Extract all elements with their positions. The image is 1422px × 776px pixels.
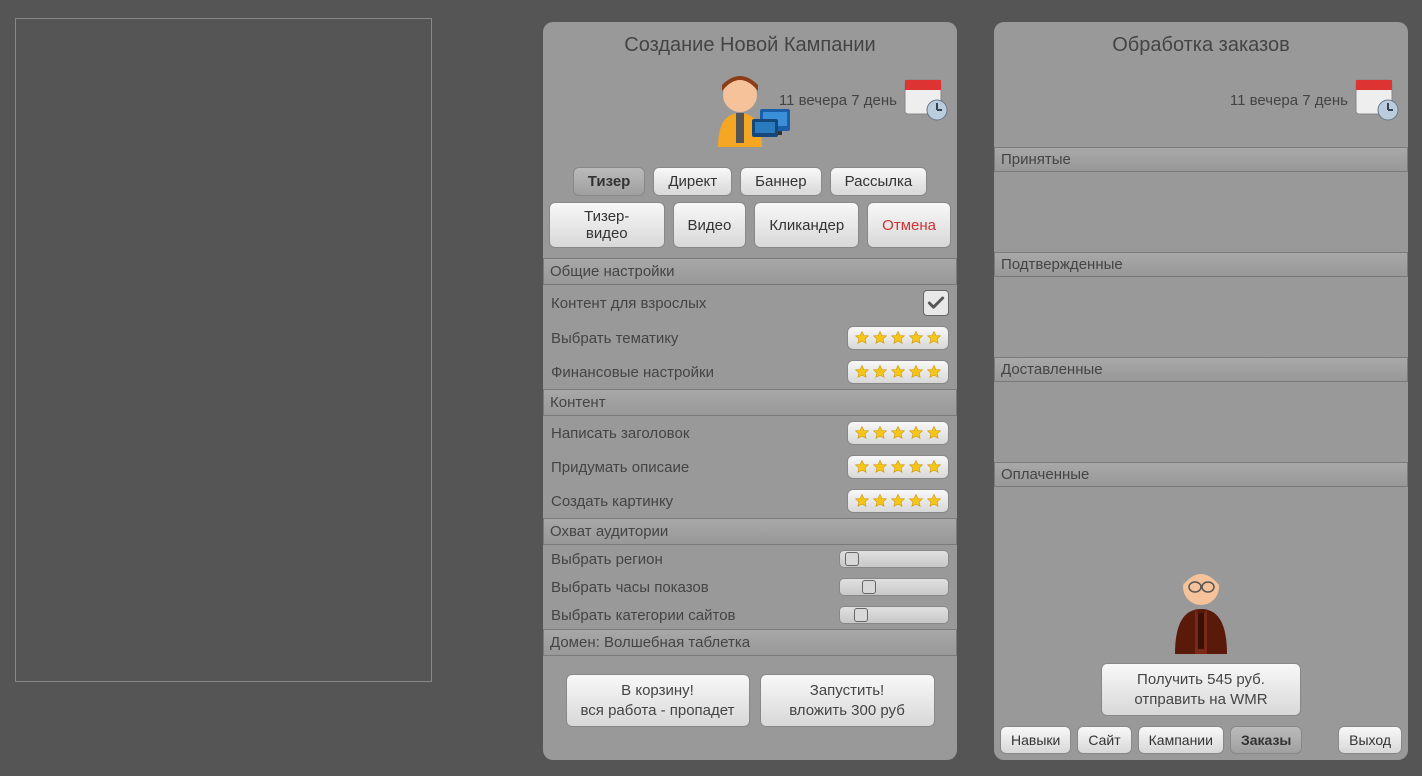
stars-rating[interactable] [847, 421, 949, 445]
empty-frame [15, 18, 432, 682]
order-section-header: Оплаченные [994, 462, 1408, 487]
payout-button[interactable]: Получить 545 руб. отправить на WMR [1101, 663, 1301, 716]
slider[interactable] [839, 550, 949, 568]
setting-label: Написать заголовок [551, 425, 689, 442]
tab-Отмена[interactable]: Отмена [867, 202, 951, 248]
order-section-header: Принятые [994, 147, 1408, 172]
orders-panel: Обработка заказов 11 вечера 7 день Приня… [994, 22, 1408, 760]
manager-avatar-icon [700, 69, 800, 159]
order-section-body [994, 382, 1408, 462]
setting-label: Контент для взрослых [551, 295, 706, 312]
order-section-body [994, 277, 1408, 357]
setting-label: Выбрать часы показов [551, 579, 709, 596]
setting-label: Финансовые настройки [551, 364, 714, 381]
tab-Директ[interactable]: Директ [653, 167, 732, 196]
setting-row: Выбрать тематику [549, 321, 951, 355]
accountant-avatar-icon [1159, 559, 1244, 659]
nav-Кампании[interactable]: Кампании [1138, 726, 1224, 754]
setting-label: Придумать описаие [551, 459, 689, 476]
setting-label: Выбрать тематику [551, 330, 678, 347]
order-section-header: Подтвержденные [994, 252, 1408, 277]
setting-row: Выбрать категории сайтов [549, 601, 951, 629]
calendar-clock-icon [901, 74, 949, 122]
section-header: Общие настройки [543, 258, 957, 285]
setting-row: Выбрать регион [549, 545, 951, 573]
tab-Тизер-видео[interactable]: Тизер-видео [549, 202, 665, 248]
campaign-type-tabs: ТизерДирект Баннер Рассылка Тизер-видеоВид… [549, 167, 951, 248]
setting-row: Создать картинку [549, 484, 951, 518]
calendar-clock-icon [1352, 74, 1400, 122]
order-section: Подтвержденные [994, 252, 1408, 357]
setting-label: Выбрать регион [551, 551, 663, 568]
stars-rating[interactable] [847, 489, 949, 513]
section-header: Домен: Волшебная таблетка [543, 629, 957, 656]
nav-Выход[interactable]: Выход [1338, 726, 1402, 754]
checkbox[interactable] [923, 290, 949, 316]
order-section: Доставленные [994, 357, 1408, 462]
order-section-header: Доставленные [994, 357, 1408, 382]
discard-button[interactable]: В корзину! вся работа - пропадет [566, 674, 750, 727]
panel-title: Обработка заказов [1000, 34, 1402, 57]
setting-label: Создать картинку [551, 493, 673, 510]
order-section: Принятые [994, 147, 1408, 252]
slider[interactable] [839, 606, 949, 624]
nav-Навыки[interactable]: Навыки [1000, 726, 1071, 754]
bottom-nav: НавыкиСайтКампанииЗаказы Выход [1000, 726, 1402, 754]
section-header: Контент [543, 389, 957, 416]
nav-Заказы[interactable]: Заказы [1230, 726, 1302, 754]
create-campaign-panel: Создание Новой Кампании 11 вечера 7 день… [543, 22, 957, 760]
setting-label: Выбрать категории сайтов [551, 607, 736, 624]
setting-row: Написать заголовок [549, 416, 951, 450]
tab-Рассылка[interactable]: Рассылка [830, 167, 928, 196]
setting-row: Контент для взрослых [549, 285, 951, 321]
setting-row: Выбрать часы показов [549, 573, 951, 601]
nav-Сайт[interactable]: Сайт [1077, 726, 1131, 754]
order-section-body [994, 172, 1408, 252]
slider[interactable] [839, 578, 949, 596]
launch-button[interactable]: Запустить! вложить 300 руб [760, 674, 935, 727]
setting-row: Финансовые настройки [549, 355, 951, 389]
orders-bottom: Получить 545 руб. отправить на WMR [994, 559, 1408, 716]
stars-rating[interactable] [847, 360, 949, 384]
tab-Видео[interactable]: Видео [673, 202, 747, 248]
tab-Кликандер[interactable]: Кликандер [754, 202, 859, 248]
tab-Баннер[interactable]: Баннер [740, 167, 821, 196]
section-header: Охват аудитории [543, 518, 957, 545]
tab-Тизер[interactable]: Тизер [573, 167, 646, 196]
setting-row: Придумать описаие [549, 450, 951, 484]
stars-rating[interactable] [847, 326, 949, 350]
datetime-label: 11 вечера 7 день [779, 92, 897, 109]
panel-title: Создание Новой Кампании [549, 34, 951, 57]
action-buttons-row: В корзину! вся работа - пропадет Запусти… [549, 674, 951, 727]
stars-rating[interactable] [847, 455, 949, 479]
datetime-label: 11 вечера 7 день [1230, 92, 1348, 109]
